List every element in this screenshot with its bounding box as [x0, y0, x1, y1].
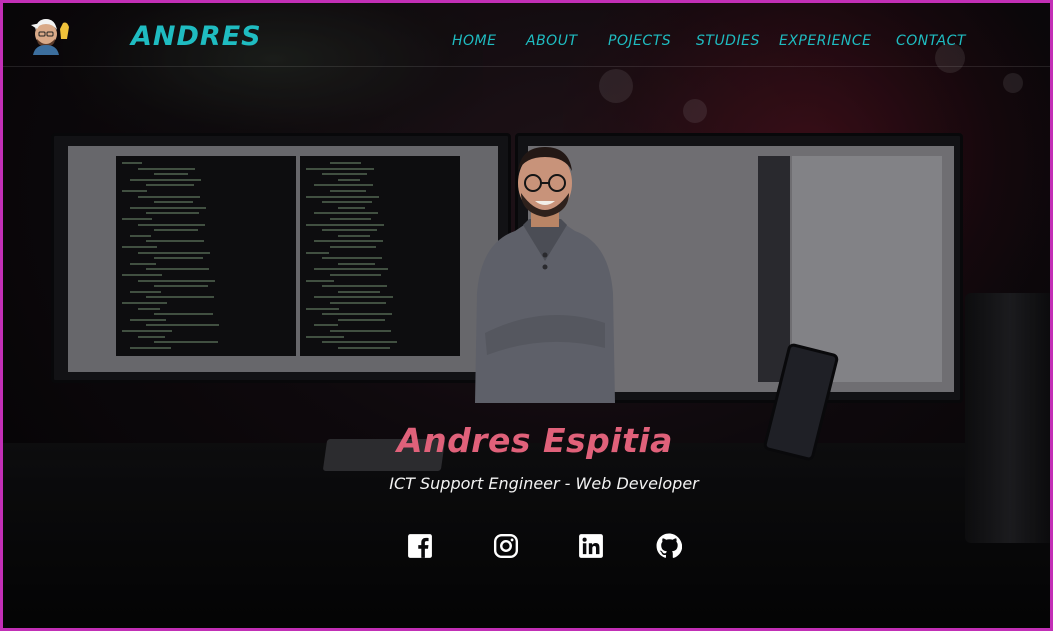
instagram-link[interactable]	[493, 533, 519, 559]
nav-about[interactable]: ABOUT	[526, 33, 578, 49]
page-frame: ANDRES HOME ABOUT POJECTS STUDIES EXPERI…	[0, 0, 1053, 631]
github-link[interactable]	[656, 533, 682, 559]
facebook-icon	[408, 534, 432, 558]
portrait-photo	[475, 147, 615, 403]
instagram-icon	[493, 533, 519, 559]
nav-experience[interactable]: EXPERIENCE	[779, 33, 872, 49]
nav-contact[interactable]: CONTACT	[896, 33, 966, 49]
nav-projects[interactable]: POJECTS	[608, 33, 671, 49]
top-navbar: ANDRES HOME ABOUT POJECTS STUDIES EXPERI…	[3, 3, 1050, 67]
nav-studies[interactable]: STUDIES	[696, 33, 760, 49]
hero-subtitle: ICT Support Engineer - Web Developer	[389, 474, 699, 493]
facebook-link[interactable]	[407, 533, 433, 559]
linkedin-link[interactable]	[578, 533, 604, 559]
hero-name: Andres Espitia	[397, 421, 673, 460]
linkedin-icon	[579, 534, 603, 558]
nav-home[interactable]: HOME	[452, 33, 496, 49]
main-nav: HOME ABOUT POJECTS STUDIES EXPERIENCE CO…	[3, 33, 1050, 53]
github-icon	[656, 533, 682, 558]
